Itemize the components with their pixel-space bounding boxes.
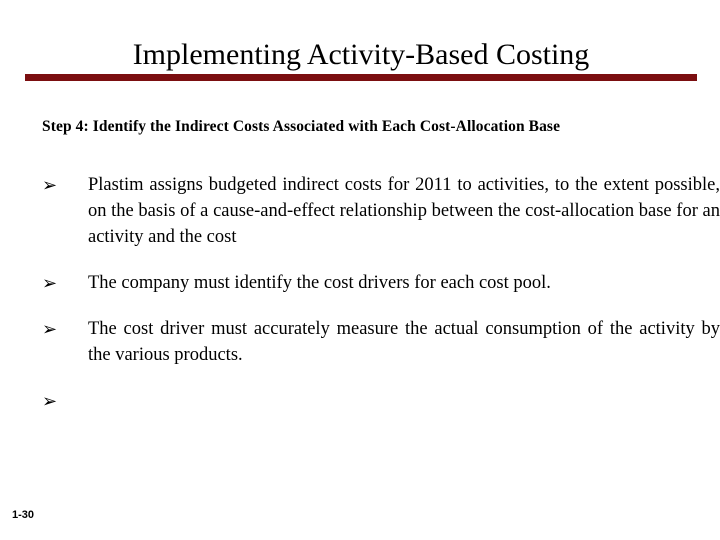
arrowhead-bullet-icon: ➢	[42, 319, 58, 340]
title-underline-rule	[25, 74, 697, 81]
list-item: ➢	[40, 388, 692, 414]
arrowhead-bullet-icon: ➢	[42, 273, 58, 294]
slide-title: Implementing Activity-Based Costing	[132, 38, 590, 71]
arrowhead-bullet-icon: ➢	[42, 175, 58, 196]
list-item: ➢ The company must identify the cost dri…	[40, 270, 720, 296]
list-item-text: Plastim assigns budgeted indirect costs …	[88, 175, 720, 247]
list-item: ➢ Plastim assigns budgeted indirect cost…	[40, 172, 720, 250]
list-item-text: The cost driver must accurately measure …	[88, 319, 720, 365]
list-item: ➢ The cost driver must accurately measur…	[40, 316, 720, 368]
bullet-list: ➢ Plastim assigns budgeted indirect cost…	[40, 172, 720, 414]
slide-subtitle: Step 4: Identify the Indirect Costs Asso…	[42, 118, 561, 135]
slide-canvas: Implementing Activity-Based Costing Step…	[0, 0, 720, 540]
arrowhead-bullet-icon: ➢	[42, 391, 58, 412]
list-item-text	[88, 388, 692, 414]
list-item-text: The company must identify the cost drive…	[88, 273, 551, 293]
slide-page-number: 1-30	[12, 509, 35, 521]
